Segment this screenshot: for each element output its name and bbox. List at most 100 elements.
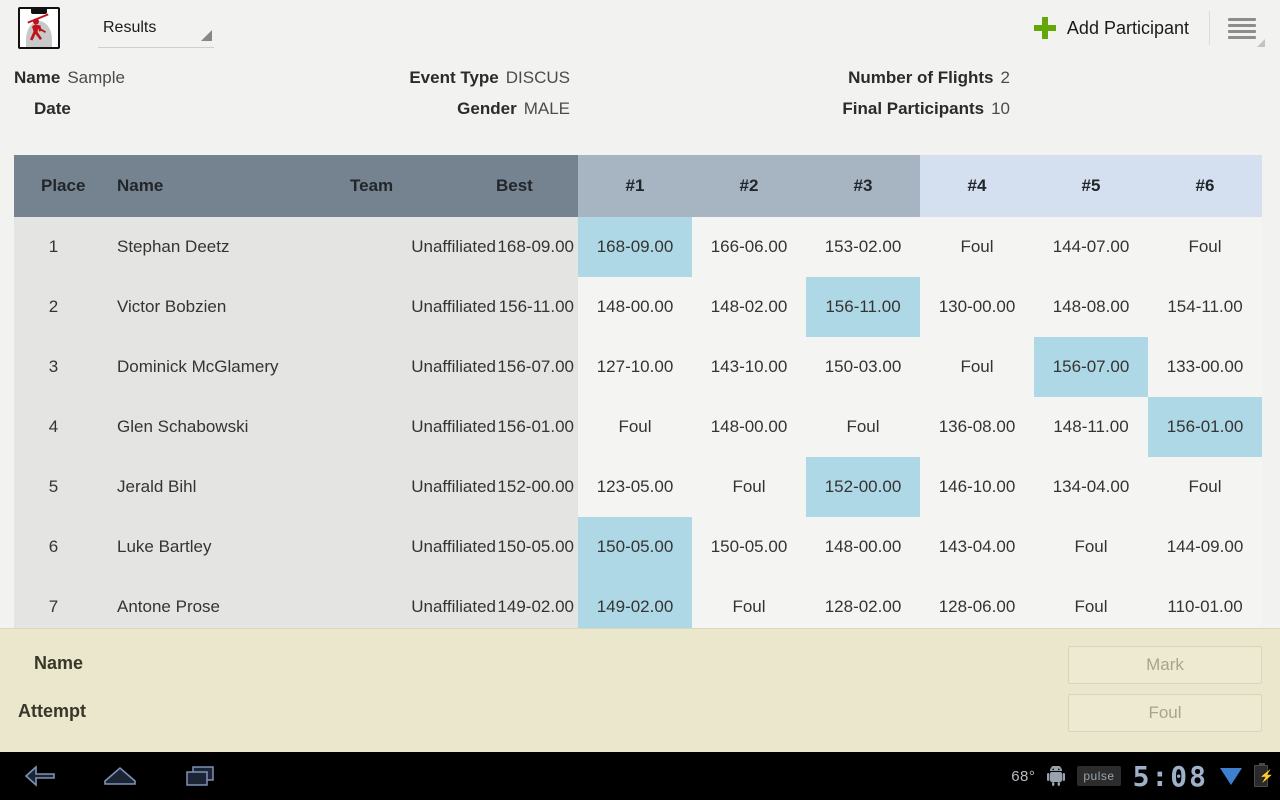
- cell-team[interactable]: Unaffiliated: [346, 457, 496, 517]
- table-row[interactable]: 7 Antone Prose Unaffiliated 149-02.00 149-02…: [14, 577, 1267, 628]
- cell-attempt-2[interactable]: 148-02.00: [692, 277, 806, 337]
- table-row[interactable]: 4 Glen Schabowski Unaffiliated 156-01.00 Fou…: [14, 397, 1267, 457]
- cell-attempt-3[interactable]: Foul: [806, 397, 920, 457]
- cell-attempt-3[interactable]: 148-00.00: [806, 517, 920, 577]
- cell-attempt-4[interactable]: 143-04.00: [920, 517, 1034, 577]
- column-header-place[interactable]: Place: [14, 155, 93, 217]
- cell-attempt-6[interactable]: 156-01.00: [1148, 397, 1262, 457]
- cell-attempt-2[interactable]: 143-10.00: [692, 337, 806, 397]
- add-participant-button[interactable]: Add Participant: [1020, 6, 1203, 50]
- cell-attempt-1[interactable]: 149-02.00: [578, 577, 692, 628]
- column-header-attempt-1[interactable]: #1: [578, 155, 692, 217]
- cell-place[interactable]: 1: [14, 217, 93, 277]
- cell-name[interactable]: Jerald Bihl: [93, 457, 346, 517]
- cell-attempt-3[interactable]: 128-02.00: [806, 577, 920, 628]
- cell-best[interactable]: 150-05.00: [496, 517, 578, 577]
- cell-attempt-6[interactable]: 133-00.00: [1148, 337, 1262, 397]
- cell-attempt-3[interactable]: 153-02.00: [806, 217, 920, 277]
- table-row[interactable]: 2 Victor Bobzien Unaffiliated 156-11.00 148-…: [14, 277, 1267, 337]
- home-button[interactable]: [80, 752, 160, 800]
- column-header-attempt-5[interactable]: #5: [1034, 155, 1148, 217]
- cell-best[interactable]: 168-09.00: [496, 217, 578, 277]
- cell-attempt-6[interactable]: 110-01.00: [1148, 577, 1262, 628]
- cell-attempt-2[interactable]: 150-05.00: [692, 517, 806, 577]
- column-header-attempt-6[interactable]: #6: [1148, 155, 1262, 217]
- column-header-name[interactable]: Name: [93, 155, 346, 217]
- cell-place[interactable]: 2: [14, 277, 93, 337]
- cell-attempt-4[interactable]: Foul: [920, 217, 1034, 277]
- cell-attempt-4[interactable]: 128-06.00: [920, 577, 1034, 628]
- header-group-fixed: Place Name Team Best: [14, 155, 578, 217]
- cell-attempt-6[interactable]: Foul: [1148, 217, 1262, 277]
- pulse-notification-badge[interactable]: pulse: [1077, 766, 1121, 786]
- cell-best[interactable]: 149-02.00: [496, 577, 578, 628]
- cell-attempt-1[interactable]: 123-05.00: [578, 457, 692, 517]
- recents-button[interactable]: [160, 752, 240, 800]
- cell-team[interactable]: Unaffiliated: [346, 577, 496, 628]
- cell-name[interactable]: Antone Prose: [93, 577, 346, 628]
- cell-attempt-1[interactable]: 150-05.00: [578, 517, 692, 577]
- cell-attempt-5[interactable]: 144-07.00: [1034, 217, 1148, 277]
- date-label: Date: [34, 99, 71, 118]
- foul-button[interactable]: Foul: [1068, 694, 1262, 732]
- cell-team[interactable]: Unaffiliated: [346, 217, 496, 277]
- cell-attempt-4[interactable]: 146-10.00: [920, 457, 1034, 517]
- cell-team[interactable]: Unaffiliated: [346, 337, 496, 397]
- cell-place[interactable]: 6: [14, 517, 93, 577]
- cell-attempt-1[interactable]: 148-00.00: [578, 277, 692, 337]
- cell-attempt-5[interactable]: 156-07.00: [1034, 337, 1148, 397]
- cell-best[interactable]: 152-00.00: [496, 457, 578, 517]
- cell-name[interactable]: Glen Schabowski: [93, 397, 346, 457]
- overflow-menu-button[interactable]: [1216, 6, 1268, 50]
- row-group-attempts: 123-05.00 Foul 152-00.00 146-10.00 134-04.00…: [578, 457, 1262, 517]
- column-header-attempt-2[interactable]: #2: [692, 155, 806, 217]
- cell-team[interactable]: Unaffiliated: [346, 277, 496, 337]
- cell-attempt-4[interactable]: 136-08.00: [920, 397, 1034, 457]
- results-table-scroll[interactable]: Place Name Team Best #1 #2 #3 #4 #5 #6 1 Stephan D…: [14, 155, 1267, 628]
- cell-attempt-3[interactable]: 156-11.00: [806, 277, 920, 337]
- column-header-attempt-4[interactable]: #4: [920, 155, 1034, 217]
- cell-attempt-5[interactable]: Foul: [1034, 517, 1148, 577]
- cell-attempt-6[interactable]: 154-11.00: [1148, 277, 1262, 337]
- cell-attempt-3[interactable]: 150-03.00: [806, 337, 920, 397]
- cell-attempt-4[interactable]: Foul: [920, 337, 1034, 397]
- cell-name[interactable]: Luke Bartley: [93, 517, 346, 577]
- cell-attempt-1[interactable]: Foul: [578, 397, 692, 457]
- column-header-attempt-3[interactable]: #3: [806, 155, 920, 217]
- cell-attempt-2[interactable]: 148-00.00: [692, 397, 806, 457]
- cell-attempt-5[interactable]: 148-08.00: [1034, 277, 1148, 337]
- back-button[interactable]: [0, 752, 80, 800]
- cell-attempt-2[interactable]: Foul: [692, 457, 806, 517]
- table-row[interactable]: 1 Stephan Deetz Unaffiliated 168-09.00 168-0…: [14, 217, 1267, 277]
- cell-place[interactable]: 5: [14, 457, 93, 517]
- cell-attempt-3[interactable]: 152-00.00: [806, 457, 920, 517]
- cell-team[interactable]: Unaffiliated: [346, 517, 496, 577]
- cell-attempt-4[interactable]: 130-00.00: [920, 277, 1034, 337]
- mark-button[interactable]: Mark: [1068, 646, 1262, 684]
- cell-name[interactable]: Dominick McGlamery: [93, 337, 346, 397]
- cell-name[interactable]: Stephan Deetz: [93, 217, 346, 277]
- cell-place[interactable]: 7: [14, 577, 93, 628]
- table-row[interactable]: 5 Jerald Bihl Unaffiliated 152-00.00 123-05.…: [14, 457, 1267, 517]
- cell-attempt-2[interactable]: 166-06.00: [692, 217, 806, 277]
- cell-attempt-1[interactable]: 127-10.00: [578, 337, 692, 397]
- cell-place[interactable]: 3: [14, 337, 93, 397]
- cell-best[interactable]: 156-01.00: [496, 397, 578, 457]
- cell-place[interactable]: 4: [14, 397, 93, 457]
- cell-attempt-5[interactable]: Foul: [1034, 577, 1148, 628]
- cell-attempt-2[interactable]: Foul: [692, 577, 806, 628]
- column-header-best[interactable]: Best: [496, 155, 578, 217]
- table-row[interactable]: 3 Dominick McGlamery Unaffiliated 156-07.00…: [14, 337, 1267, 397]
- column-header-team[interactable]: Team: [346, 155, 496, 217]
- cell-attempt-1[interactable]: 168-09.00: [578, 217, 692, 277]
- cell-team[interactable]: Unaffiliated: [346, 397, 496, 457]
- cell-attempt-6[interactable]: 144-09.00: [1148, 517, 1262, 577]
- cell-attempt-5[interactable]: 134-04.00: [1034, 457, 1148, 517]
- cell-name[interactable]: Victor Bobzien: [93, 277, 346, 337]
- cell-best[interactable]: 156-07.00: [496, 337, 578, 397]
- cell-attempt-5[interactable]: 148-11.00: [1034, 397, 1148, 457]
- cell-best[interactable]: 156-11.00: [496, 277, 578, 337]
- view-mode-spinner[interactable]: Results: [98, 8, 214, 48]
- cell-attempt-6[interactable]: Foul: [1148, 457, 1262, 517]
- table-row[interactable]: 6 Luke Bartley Unaffiliated 150-05.00 150-05…: [14, 517, 1267, 577]
